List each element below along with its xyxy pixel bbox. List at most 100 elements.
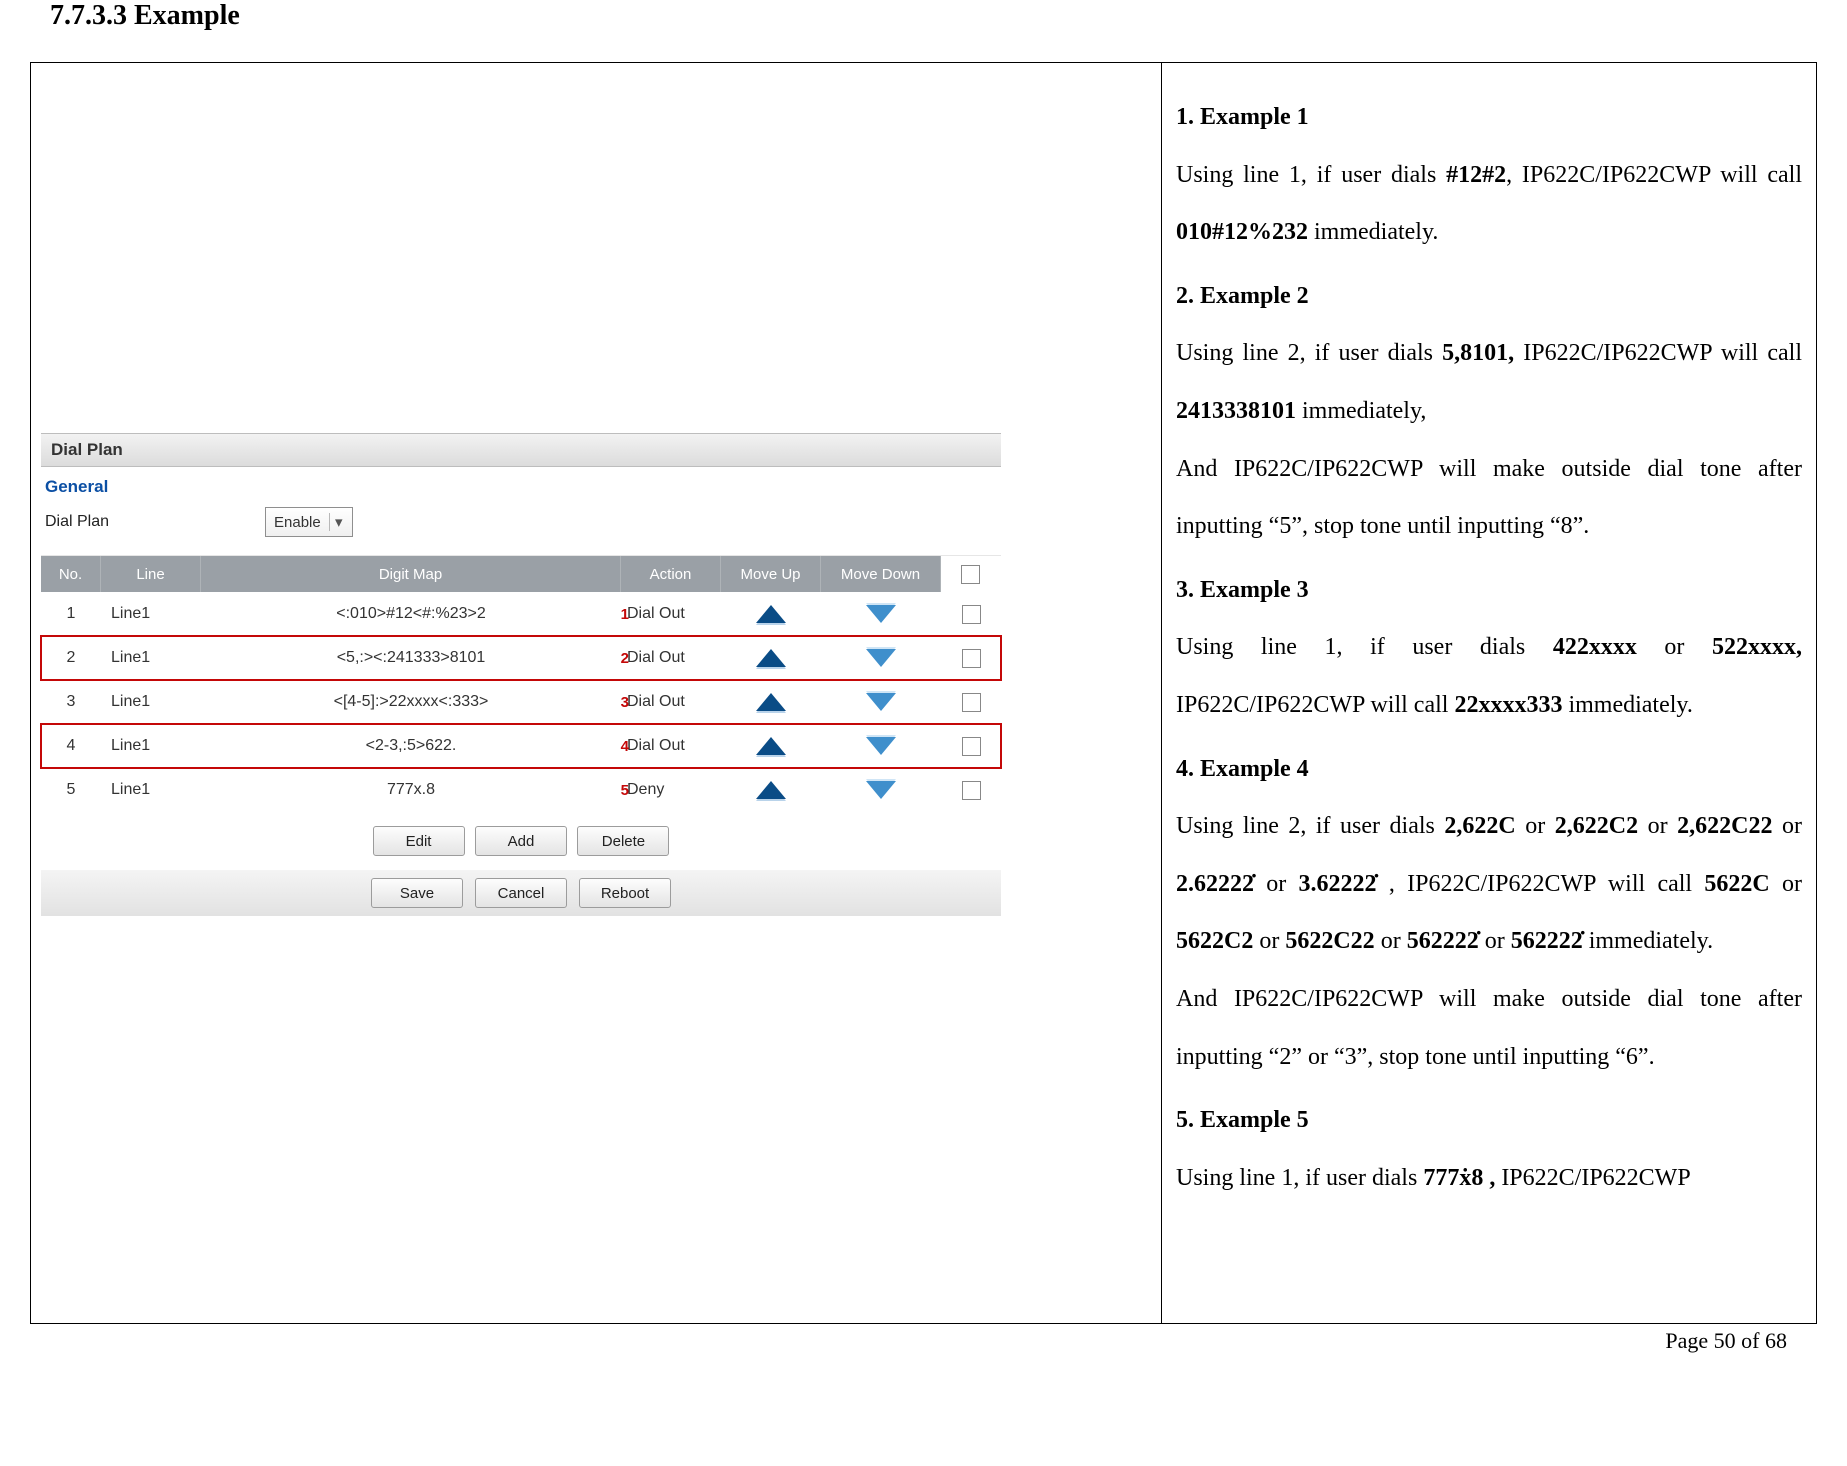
t: or xyxy=(1638,813,1677,839)
example-3-text: Using line 1, if user dials 422xxxx or 5… xyxy=(1176,619,1802,734)
arrow-up-icon xyxy=(756,737,786,755)
t: or xyxy=(1375,928,1407,954)
content-table: Dial Plan General Dial Plan Enable ▾ No.… xyxy=(30,62,1817,1324)
table-row[interactable]: 3Line1<[4-5]:>22xxxx<:333>3Dial Out xyxy=(41,680,1001,724)
check-cell xyxy=(941,605,1001,624)
t-bold: 5622C xyxy=(1704,871,1769,897)
t-bold-dot: 562222̇ xyxy=(1407,913,1479,971)
t: or xyxy=(1254,871,1299,897)
row-badge: 4 xyxy=(621,738,629,755)
dial-plan-label: Dial Plan xyxy=(45,513,265,531)
row-checkbox[interactable] xyxy=(962,737,981,756)
move-down-cell[interactable] xyxy=(821,693,941,711)
cell-line: Line1 xyxy=(101,605,201,623)
t-bold: 522xxxx, xyxy=(1712,634,1802,660)
row-checkbox[interactable] xyxy=(962,605,981,624)
move-up-cell[interactable] xyxy=(721,605,821,623)
edit-button[interactable]: Edit xyxy=(373,826,465,856)
cell-line: Line1 xyxy=(101,649,201,667)
dial-plan-select-value: Enable xyxy=(274,514,321,531)
row-checkbox[interactable] xyxy=(962,649,981,668)
move-up-cell[interactable] xyxy=(721,737,821,755)
col-line: Line xyxy=(101,556,201,592)
t: , IP622C/IP622CWP will call xyxy=(1506,162,1802,188)
arrow-down-icon xyxy=(866,605,896,623)
cell-line: Line1 xyxy=(101,737,201,755)
cell-digit-map: <2-3,:5>622.4 xyxy=(201,737,621,755)
t: IP622C/IP622CWP will call xyxy=(1176,692,1454,718)
cancel-button[interactable]: Cancel xyxy=(475,878,567,908)
table-row[interactable]: 1Line1<:010>#12<#:%23>21Dial Out xyxy=(41,592,1001,636)
t-bold-dot: 2.62222̇ xyxy=(1176,856,1254,914)
col-move-down: Move Down xyxy=(821,556,941,592)
move-down-cell[interactable] xyxy=(821,737,941,755)
check-cell xyxy=(941,737,1001,756)
button-row-2: Save Cancel Reboot xyxy=(41,870,1001,916)
t-bold-dot: 3.62222̇ xyxy=(1299,856,1377,914)
move-down-cell[interactable] xyxy=(821,605,941,623)
t-bold: #12#2 xyxy=(1446,162,1506,188)
arrow-down-icon xyxy=(866,737,896,755)
row-badge: 1 xyxy=(621,606,629,623)
t: or xyxy=(1770,871,1802,897)
t: Using line 1, if user dials xyxy=(1176,634,1553,660)
right-cell: 1. Example 1 Using line 1, if user dials… xyxy=(1162,63,1816,1323)
left-cell: Dial Plan General Dial Plan Enable ▾ No.… xyxy=(31,63,1162,1323)
t: IP622C/IP622CWP will call xyxy=(1514,340,1802,366)
cell-digit-map: <[4-5]:>22xxxx<:333>3 xyxy=(201,693,621,711)
col-no: No. xyxy=(41,556,101,592)
table-row[interactable]: 2Line1<5,:><:241333>81012Dial Out xyxy=(41,636,1001,680)
button-row-1: Edit Add Delete xyxy=(41,812,1001,860)
cell-action: Deny xyxy=(621,781,721,799)
t-bold: 010#12%232 xyxy=(1176,219,1308,245)
reboot-button[interactable]: Reboot xyxy=(579,878,671,908)
t: or xyxy=(1253,928,1285,954)
save-button[interactable]: Save xyxy=(371,878,463,908)
example-2-heading: 2. Example 2 xyxy=(1176,268,1802,326)
header-checkbox[interactable] xyxy=(961,565,980,584)
arrow-up-icon xyxy=(756,781,786,799)
example-5-heading: 5. Example 5 xyxy=(1176,1092,1802,1150)
section-general: General xyxy=(41,467,1001,503)
row-checkbox[interactable] xyxy=(962,781,981,800)
row-checkbox[interactable] xyxy=(962,693,981,712)
delete-button[interactable]: Delete xyxy=(577,826,669,856)
move-down-cell[interactable] xyxy=(821,781,941,799)
check-cell xyxy=(941,693,1001,712)
t: or xyxy=(1637,634,1712,660)
move-up-cell[interactable] xyxy=(721,781,821,799)
move-up-cell[interactable] xyxy=(721,693,821,711)
col-move-up: Move Up xyxy=(721,556,821,592)
cell-action: Dial Out xyxy=(621,605,721,623)
t-bold: 2,622C2 xyxy=(1555,813,1638,839)
check-cell xyxy=(941,781,1001,800)
table-row[interactable]: 4Line1<2-3,:5>622.4Dial Out xyxy=(41,724,1001,768)
example-5-text: Using line 1, if user dials 777ẋ8 , IP6… xyxy=(1176,1150,1802,1208)
page: 7.7.3.3 Example Dial Plan General Dial P… xyxy=(0,0,1847,1364)
example-4-text-2: And IP622C/IP622CWP will make outside di… xyxy=(1176,971,1802,1086)
arrow-down-icon xyxy=(866,693,896,711)
section-heading: 7.7.3.3 Example xyxy=(50,0,1817,32)
chevron-down-icon: ▾ xyxy=(329,513,348,531)
move-down-cell[interactable] xyxy=(821,649,941,667)
arrow-down-icon xyxy=(866,649,896,667)
move-up-cell[interactable] xyxy=(721,649,821,667)
example-2-text-2: And IP622C/IP622CWP will make outside di… xyxy=(1176,441,1802,556)
t: or xyxy=(1772,813,1802,839)
dial-plan-select[interactable]: Enable ▾ xyxy=(265,507,353,537)
t: or xyxy=(1479,928,1511,954)
t-bold: 2,622C xyxy=(1444,813,1515,839)
cell-line: Line1 xyxy=(101,781,201,799)
arrow-up-icon xyxy=(756,693,786,711)
table-row[interactable]: 5Line1777x.85Deny xyxy=(41,768,1001,812)
add-button[interactable]: Add xyxy=(475,826,567,856)
example-4-text: Using line 2, if user dials 2,622C or 2,… xyxy=(1176,798,1802,971)
t: Using line 2, if user dials xyxy=(1176,813,1444,839)
t: Using line 2, if user dials xyxy=(1176,340,1442,366)
t-bold: 2,622C22 xyxy=(1677,813,1772,839)
cell-line: Line1 xyxy=(101,693,201,711)
t: Using line 1, if user dials xyxy=(1176,162,1446,188)
t-bold-dot: 562222̇ xyxy=(1511,913,1583,971)
dial-plan-row: Dial Plan Enable ▾ xyxy=(41,503,1001,556)
col-action: Action xyxy=(621,556,721,592)
